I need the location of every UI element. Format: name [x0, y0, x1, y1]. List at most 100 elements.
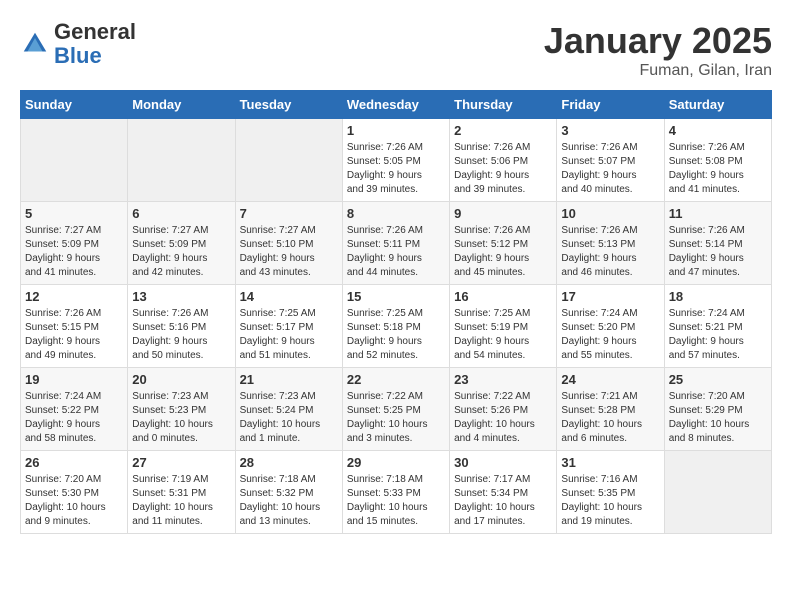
calendar-week-row: 1 Sunrise: 7:26 AM Sunset: 5:05 PM Daylig… — [21, 119, 772, 202]
day-info: Sunrise: 7:25 AM Sunset: 5:19 PM Dayligh… — [454, 307, 552, 363]
calendar-cell: 22 Sunrise: 7:22 AM Sunset: 5:25 PM Dayli… — [342, 368, 449, 451]
day-number: 28 — [240, 455, 338, 470]
day-number: 29 — [347, 455, 445, 470]
day-number: 22 — [347, 372, 445, 387]
weekday-header-row: SundayMondayTuesdayWednesdayThursdayFrid… — [21, 91, 772, 119]
day-number: 19 — [25, 372, 123, 387]
calendar-cell: 25Sunrise: 7:20 AM Sunset: 5:29 PM Dayli… — [664, 368, 771, 451]
day-info: Sunrise: 7:21 AM Sunset: 5:28 PM Dayligh… — [561, 390, 659, 446]
weekday-header: Friday — [557, 91, 664, 119]
day-number: 23 — [454, 372, 552, 387]
day-number: 27 — [132, 455, 230, 470]
calendar-cell: 16 Sunrise: 7:25 AM Sunset: 5:19 PM Dayli… — [450, 285, 557, 368]
day-info: Sunrise: 7:24 AM Sunset: 5:22 PM Dayligh… — [25, 390, 123, 446]
calendar-cell: 9 Sunrise: 7:26 AM Sunset: 5:12 PM Daylig… — [450, 202, 557, 285]
weekday-header: Tuesday — [235, 91, 342, 119]
day-info: Sunrise: 7:16 AM Sunset: 5:35 PM Dayligh… — [561, 473, 659, 529]
logo-general: General — [54, 19, 136, 44]
calendar-week-row: 5Sunrise: 7:27 AM Sunset: 5:09 PM Daylig… — [21, 202, 772, 285]
calendar-table: SundayMondayTuesdayWednesdayThursdayFrid… — [20, 90, 772, 534]
calendar-cell: 12 Sunrise: 7:26 AM Sunset: 5:15 PM Dayli… — [21, 285, 128, 368]
day-info: Sunrise: 7:20 AM Sunset: 5:30 PM Dayligh… — [25, 473, 123, 529]
day-number: 18 — [669, 289, 767, 304]
day-number: 14 — [240, 289, 338, 304]
day-info: Sunrise: 7:26 AM Sunset: 5:11 PM Dayligh… — [347, 224, 445, 280]
day-number: 20 — [132, 372, 230, 387]
day-info: Sunrise: 7:24 AM Sunset: 5:20 PM Dayligh… — [561, 307, 659, 363]
month-title: January 2025 — [544, 20, 772, 62]
calendar-cell: 19 Sunrise: 7:24 AM Sunset: 5:22 PM Dayli… — [21, 368, 128, 451]
day-number: 3 — [561, 123, 659, 138]
day-number: 11 — [669, 206, 767, 221]
logo-blue: Blue — [54, 43, 102, 68]
calendar-cell: 21 Sunrise: 7:23 AM Sunset: 5:24 PM Dayli… — [235, 368, 342, 451]
calendar-cell: 29 Sunrise: 7:18 AM Sunset: 5:33 PM Dayli… — [342, 451, 449, 534]
calendar-cell: 31 Sunrise: 7:16 AM Sunset: 5:35 PM Dayli… — [557, 451, 664, 534]
logo-text: General Blue — [54, 20, 136, 68]
day-number: 30 — [454, 455, 552, 470]
day-info: Sunrise: 7:26 AM Sunset: 5:12 PM Dayligh… — [454, 224, 552, 280]
title-block: January 2025 Fuman, Gilan, Iran — [544, 20, 772, 80]
day-number: 12 — [25, 289, 123, 304]
day-number: 31 — [561, 455, 659, 470]
calendar-cell: 8 Sunrise: 7:26 AM Sunset: 5:11 PM Daylig… — [342, 202, 449, 285]
weekday-header: Thursday — [450, 91, 557, 119]
calendar-cell: 6 Sunrise: 7:27 AM Sunset: 5:09 PM Daylig… — [128, 202, 235, 285]
day-number: 6 — [132, 206, 230, 221]
calendar-cell: 27 Sunrise: 7:19 AM Sunset: 5:31 PM Dayli… — [128, 451, 235, 534]
calendar-cell: 4 Sunrise: 7:26 AM Sunset: 5:08 PM Daylig… — [664, 119, 771, 202]
day-info: Sunrise: 7:26 AM Sunset: 5:14 PM Dayligh… — [669, 224, 767, 280]
day-number: 8 — [347, 206, 445, 221]
calendar-cell: 13Sunrise: 7:26 AM Sunset: 5:16 PM Dayli… — [128, 285, 235, 368]
day-info: Sunrise: 7:18 AM Sunset: 5:33 PM Dayligh… — [347, 473, 445, 529]
day-info: Sunrise: 7:26 AM Sunset: 5:13 PM Dayligh… — [561, 224, 659, 280]
day-info: Sunrise: 7:24 AM Sunset: 5:21 PM Dayligh… — [669, 307, 767, 363]
weekday-header: Wednesday — [342, 91, 449, 119]
day-number: 25 — [669, 372, 767, 387]
day-info: Sunrise: 7:18 AM Sunset: 5:32 PM Dayligh… — [240, 473, 338, 529]
day-info: Sunrise: 7:25 AM Sunset: 5:17 PM Dayligh… — [240, 307, 338, 363]
location: Fuman, Gilan, Iran — [544, 62, 772, 80]
day-info: Sunrise: 7:22 AM Sunset: 5:25 PM Dayligh… — [347, 390, 445, 446]
calendar-week-row: 12 Sunrise: 7:26 AM Sunset: 5:15 PM Dayli… — [21, 285, 772, 368]
logo: General Blue — [20, 20, 136, 68]
day-number: 4 — [669, 123, 767, 138]
day-number: 15 — [347, 289, 445, 304]
calendar-cell: 3 Sunrise: 7:26 AM Sunset: 5:07 PM Daylig… — [557, 119, 664, 202]
calendar-cell: 2Sunrise: 7:26 AM Sunset: 5:06 PM Daylig… — [450, 119, 557, 202]
day-info: Sunrise: 7:27 AM Sunset: 5:09 PM Dayligh… — [132, 224, 230, 280]
calendar-cell: 17Sunrise: 7:24 AM Sunset: 5:20 PM Dayli… — [557, 285, 664, 368]
day-number: 1 — [347, 123, 445, 138]
day-info: Sunrise: 7:27 AM Sunset: 5:09 PM Dayligh… — [25, 224, 123, 280]
day-info: Sunrise: 7:26 AM Sunset: 5:08 PM Dayligh… — [669, 141, 767, 197]
day-info: Sunrise: 7:26 AM Sunset: 5:06 PM Dayligh… — [454, 141, 552, 197]
day-info: Sunrise: 7:19 AM Sunset: 5:31 PM Dayligh… — [132, 473, 230, 529]
calendar-cell: 10Sunrise: 7:26 AM Sunset: 5:13 PM Dayli… — [557, 202, 664, 285]
day-number: 16 — [454, 289, 552, 304]
calendar-cell: 18 Sunrise: 7:24 AM Sunset: 5:21 PM Dayli… — [664, 285, 771, 368]
day-info: Sunrise: 7:17 AM Sunset: 5:34 PM Dayligh… — [454, 473, 552, 529]
logo-icon — [20, 29, 50, 59]
calendar-cell — [664, 451, 771, 534]
calendar-week-row: 26Sunrise: 7:20 AM Sunset: 5:30 PM Dayli… — [21, 451, 772, 534]
day-info: Sunrise: 7:26 AM Sunset: 5:07 PM Dayligh… — [561, 141, 659, 197]
day-info: Sunrise: 7:27 AM Sunset: 5:10 PM Dayligh… — [240, 224, 338, 280]
day-info: Sunrise: 7:26 AM Sunset: 5:05 PM Dayligh… — [347, 141, 445, 197]
day-info: Sunrise: 7:26 AM Sunset: 5:16 PM Dayligh… — [132, 307, 230, 363]
weekday-header: Monday — [128, 91, 235, 119]
calendar-cell: 14 Sunrise: 7:25 AM Sunset: 5:17 PM Dayli… — [235, 285, 342, 368]
day-info: Sunrise: 7:23 AM Sunset: 5:24 PM Dayligh… — [240, 390, 338, 446]
calendar-cell: 20Sunrise: 7:23 AM Sunset: 5:23 PM Dayli… — [128, 368, 235, 451]
calendar-cell: 15Sunrise: 7:25 AM Sunset: 5:18 PM Dayli… — [342, 285, 449, 368]
day-number: 7 — [240, 206, 338, 221]
day-info: Sunrise: 7:26 AM Sunset: 5:15 PM Dayligh… — [25, 307, 123, 363]
calendar-cell — [235, 119, 342, 202]
calendar-cell: 28 Sunrise: 7:18 AM Sunset: 5:32 PM Dayli… — [235, 451, 342, 534]
day-number: 21 — [240, 372, 338, 387]
day-number: 24 — [561, 372, 659, 387]
day-number: 9 — [454, 206, 552, 221]
calendar-week-row: 19 Sunrise: 7:24 AM Sunset: 5:22 PM Dayli… — [21, 368, 772, 451]
calendar-cell: 11 Sunrise: 7:26 AM Sunset: 5:14 PM Dayli… — [664, 202, 771, 285]
calendar-cell: 30 Sunrise: 7:17 AM Sunset: 5:34 PM Dayli… — [450, 451, 557, 534]
page-header: General Blue January 2025 Fuman, Gilan, … — [20, 20, 772, 80]
